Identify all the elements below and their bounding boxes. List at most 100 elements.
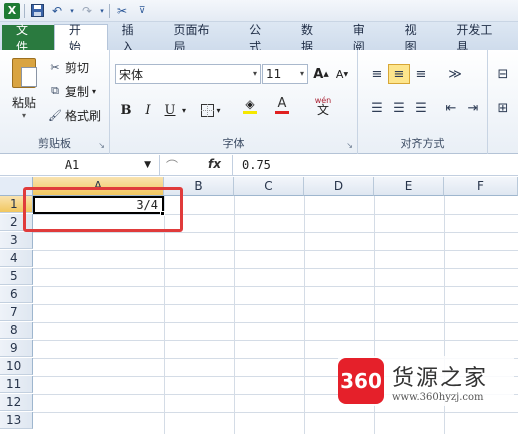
paste-label: 粘贴 [11,96,36,110]
gridline [33,286,518,287]
fill-color-button[interactable]: ◈ [238,96,262,116]
wrap-text-button[interactable]: ⊟ [492,64,514,84]
redo-icon[interactable]: ↷ [79,3,95,19]
wrap-group: ⊟ ⊞ [488,50,518,154]
phonetic-button[interactable]: wén 文 [308,96,338,116]
tab-review[interactable]: 审阅 [339,23,391,54]
save-icon[interactable] [29,3,45,19]
row-header-10[interactable]: 10 [0,358,33,375]
watermark-url: www.360hyzj.com [392,391,484,403]
increase-indent-button[interactable]: ⇥ [462,98,484,118]
watermark-title: 货源之家 [392,365,489,391]
copy-icon: ⧉ [51,84,59,97]
gridline [33,340,518,341]
tab-formulas[interactable]: 公式 [235,23,287,54]
font-group: 宋体 ▾ 11 ▾ A ▲ A ▼ B I U ▾ ▾ ◈ A wén 文 字体 ↘ [110,50,358,154]
chevron-down-icon[interactable]: ▾ [180,100,188,120]
align-middle-button[interactable]: ≡ [388,64,410,84]
chevron-down-icon: ▾ [92,86,97,96]
tab-home[interactable]: 开始 [53,23,108,54]
name-box[interactable]: A1 ▼ [0,155,160,175]
undo-dropdown-icon[interactable]: ▾ [69,3,75,19]
column-header-c[interactable]: C [234,177,304,196]
format-painter-button[interactable]: 🖌 格式刷 [48,106,101,124]
row-header-8[interactable]: 8 [0,322,33,339]
format-painter-icon[interactable]: ✂ [114,3,130,19]
cut-label: 剪切 [65,60,90,75]
merge-cells-button[interactable]: ⊞ [492,98,514,118]
fill-color-swatch [243,111,257,114]
chevron-down-icon: ▾ [299,69,304,78]
redo-dropdown-icon[interactable]: ▾ [99,3,105,19]
dialog-launcher-icon[interactable]: ↘ [346,141,353,150]
font-name-value: 宋体 [119,67,144,82]
paint-bucket-icon: ◈ [245,97,255,111]
alignment-group-label: 对齐方式 [400,137,445,150]
grow-font-button[interactable]: A ▲ [313,64,329,84]
undo-icon[interactable]: ↶ [49,3,65,19]
bold-button[interactable]: B [118,100,134,120]
copy-label: 复制 [65,84,90,99]
gridline [33,268,518,269]
row-header-11[interactable]: 11 [0,376,33,393]
copy-button[interactable]: ⧉ 复制 ▾ [48,82,96,100]
resize-handle-icon[interactable]: ⌒ [166,157,178,174]
gridline [33,250,518,251]
row-header-6[interactable]: 6 [0,286,33,303]
insert-function-button[interactable]: fx [208,157,221,171]
font-group-label: 字体 [222,137,245,150]
column-header-e[interactable]: E [374,177,444,196]
decrease-indent-button[interactable]: ⇤ [440,98,462,118]
font-size-select[interactable]: 11 ▾ [262,64,308,84]
customize-qat-icon[interactable]: ⊽ [134,3,150,19]
align-bottom-button[interactable]: ≡ [410,64,432,84]
align-right-button[interactable]: ☰ [410,98,432,118]
align-left-button[interactable]: ☰ [366,98,388,118]
row-header-5[interactable]: 5 [0,268,33,285]
quick-access-toolbar: X ↶ ▾ ↷ ▾ ✂ ⊽ [0,0,518,22]
chevron-down-icon: ▾ [252,69,257,78]
formula-input[interactable]: 0.75 [242,158,271,172]
watermark-badge: 360 [338,358,384,404]
chevron-down-icon[interactable]: ▼ [144,160,151,170]
cut-button[interactable]: ✂ 剪切 [48,58,89,76]
row-header-12[interactable]: 12 [0,394,33,411]
tab-data[interactable]: 数据 [287,23,339,54]
scissors-icon: ✂ [50,60,60,74]
clipboard-group: 粘贴 ▾ ✂ 剪切 ⧉ 复制 ▾ 🖌 格式刷 剪贴板 ↘ [0,50,110,154]
borders-button[interactable]: ▾ [200,100,222,120]
column-header-f[interactable]: F [444,177,518,196]
annotation-highlight [23,187,183,232]
align-top-button[interactable]: ≡ [366,64,388,84]
row-header-13[interactable]: 13 [0,412,33,429]
formula-bar: A1 ▼ ⌒ fx 0.75 [0,155,518,176]
paste-button[interactable]: 粘贴 ▾ [6,56,42,126]
clipboard-group-label: 剪贴板 [38,137,71,150]
italic-button[interactable]: I [140,100,156,120]
row-header-7[interactable]: 7 [0,304,33,321]
orientation-button[interactable]: ≫ [444,64,466,84]
shrink-font-icon: A [335,67,344,81]
watermark: 360 货源之家 www.360hyzj.com [338,356,514,406]
row-header-3[interactable]: 3 [0,232,33,249]
paste-icon [12,58,37,88]
column-header-d[interactable]: D [304,177,374,196]
align-center-button[interactable]: ☰ [388,98,410,118]
font-color-button[interactable]: A [270,96,294,116]
gridline [33,412,518,413]
ribbon: 粘贴 ▾ ✂ 剪切 ⧉ 复制 ▾ 🖌 格式刷 剪贴板 ↘ 宋体 ▾ 11 ▾ A… [0,50,518,154]
shrink-font-button[interactable]: A ▼ [334,64,350,84]
tab-file[interactable]: 文件 [2,23,54,54]
dialog-launcher-icon[interactable]: ↘ [98,141,105,150]
row-header-4[interactable]: 4 [0,250,33,267]
tab-insert[interactable]: 插入 [108,23,160,54]
underline-button[interactable]: U [162,100,178,120]
font-name-select[interactable]: 宋体 ▾ [115,64,261,84]
tab-view[interactable]: 视图 [391,23,443,54]
formula-divider [232,155,233,175]
wen-icon: 文 [316,103,329,117]
qat-divider [24,3,25,18]
row-header-9[interactable]: 9 [0,340,33,357]
tab-developer[interactable]: 开发工具 [442,23,518,54]
tab-page-layout[interactable]: 页面布局 [159,23,235,54]
